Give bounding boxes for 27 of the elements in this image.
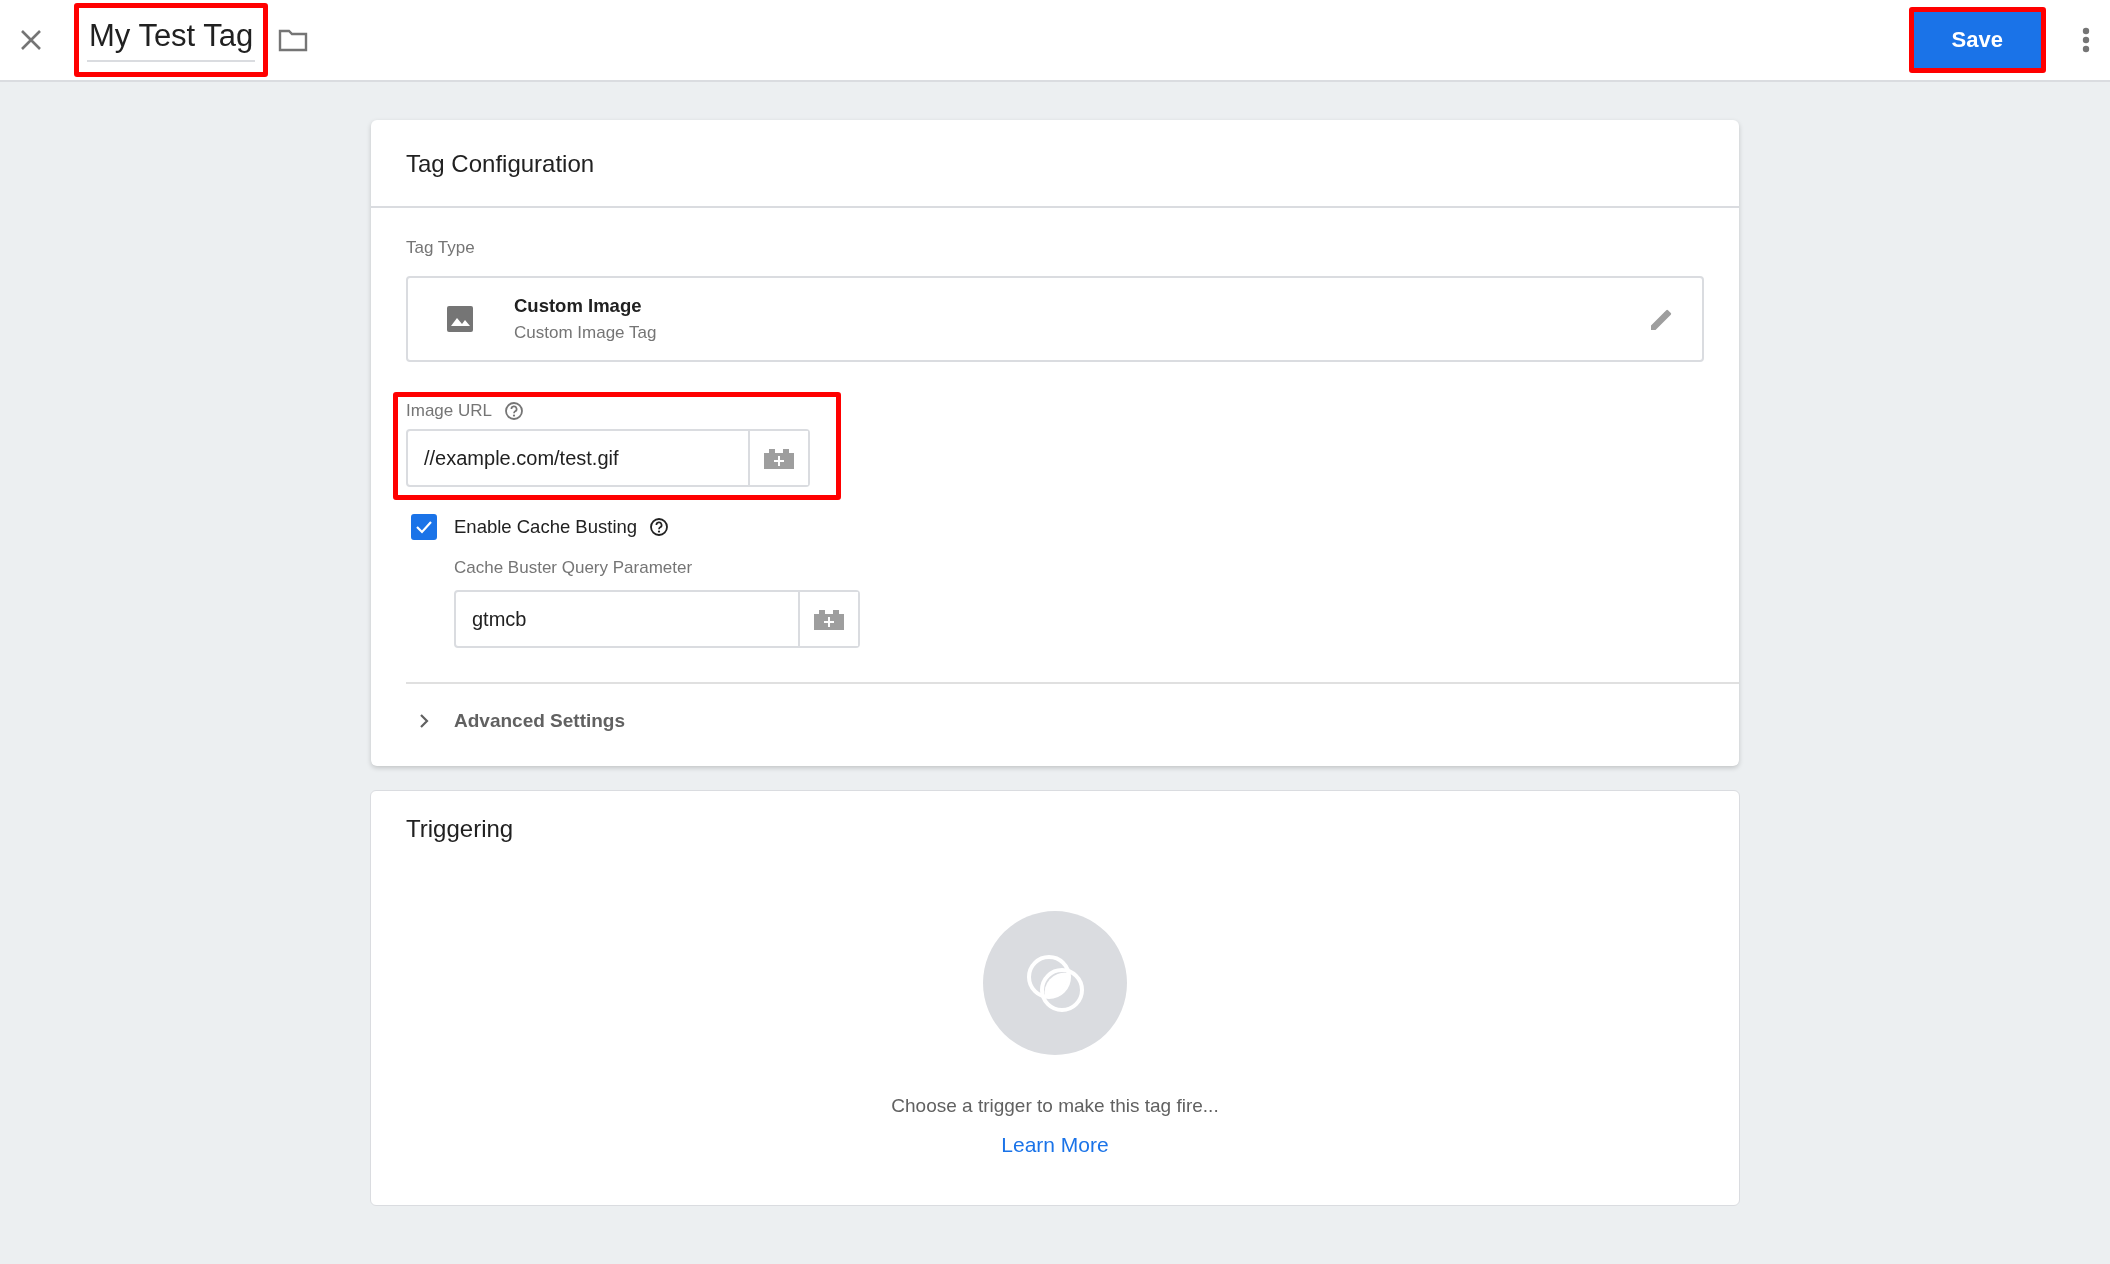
card-title: Tag Configuration bbox=[371, 120, 1739, 208]
field-label: Cache Buster Query Parameter bbox=[454, 558, 694, 578]
variable-button[interactable] bbox=[748, 431, 808, 485]
field-label: Tag Type bbox=[406, 238, 476, 258]
brick-icon bbox=[764, 447, 794, 469]
tag-type-name: Custom Image bbox=[514, 295, 643, 317]
brick-icon bbox=[814, 608, 844, 630]
save-button[interactable]: Save bbox=[1913, 12, 2041, 68]
checkbox[interactable] bbox=[411, 514, 437, 540]
close-icon[interactable] bbox=[20, 29, 42, 51]
more-icon[interactable] bbox=[2082, 27, 2090, 53]
help-icon[interactable] bbox=[649, 517, 670, 537]
tag-type-selector[interactable]: Custom Image Custom Image Tag bbox=[406, 276, 1704, 362]
advanced-settings-toggle[interactable]: Advanced Settings bbox=[406, 682, 1739, 766]
tag-type-description: Custom Image Tag bbox=[514, 323, 657, 343]
empty-message: Choose a trigger to make this tag fire... bbox=[891, 1095, 1219, 1117]
chevron-right-icon bbox=[418, 713, 430, 729]
variable-button[interactable] bbox=[798, 592, 858, 646]
folder-icon[interactable] bbox=[278, 28, 309, 52]
image-url-field[interactable]: //example.com/test.gif bbox=[406, 429, 810, 487]
query-parameter-field[interactable]: gtmcb bbox=[454, 590, 860, 648]
card-title: Triggering bbox=[405, 814, 515, 844]
checkbox-label: Enable Cache Busting bbox=[454, 516, 638, 538]
learn-more-link[interactable]: Learn More bbox=[1001, 1133, 1109, 1157]
field-label: Image URL bbox=[406, 401, 492, 421]
image-icon bbox=[446, 305, 474, 333]
tag-name-field[interactable]: My Test Tag bbox=[87, 14, 256, 62]
